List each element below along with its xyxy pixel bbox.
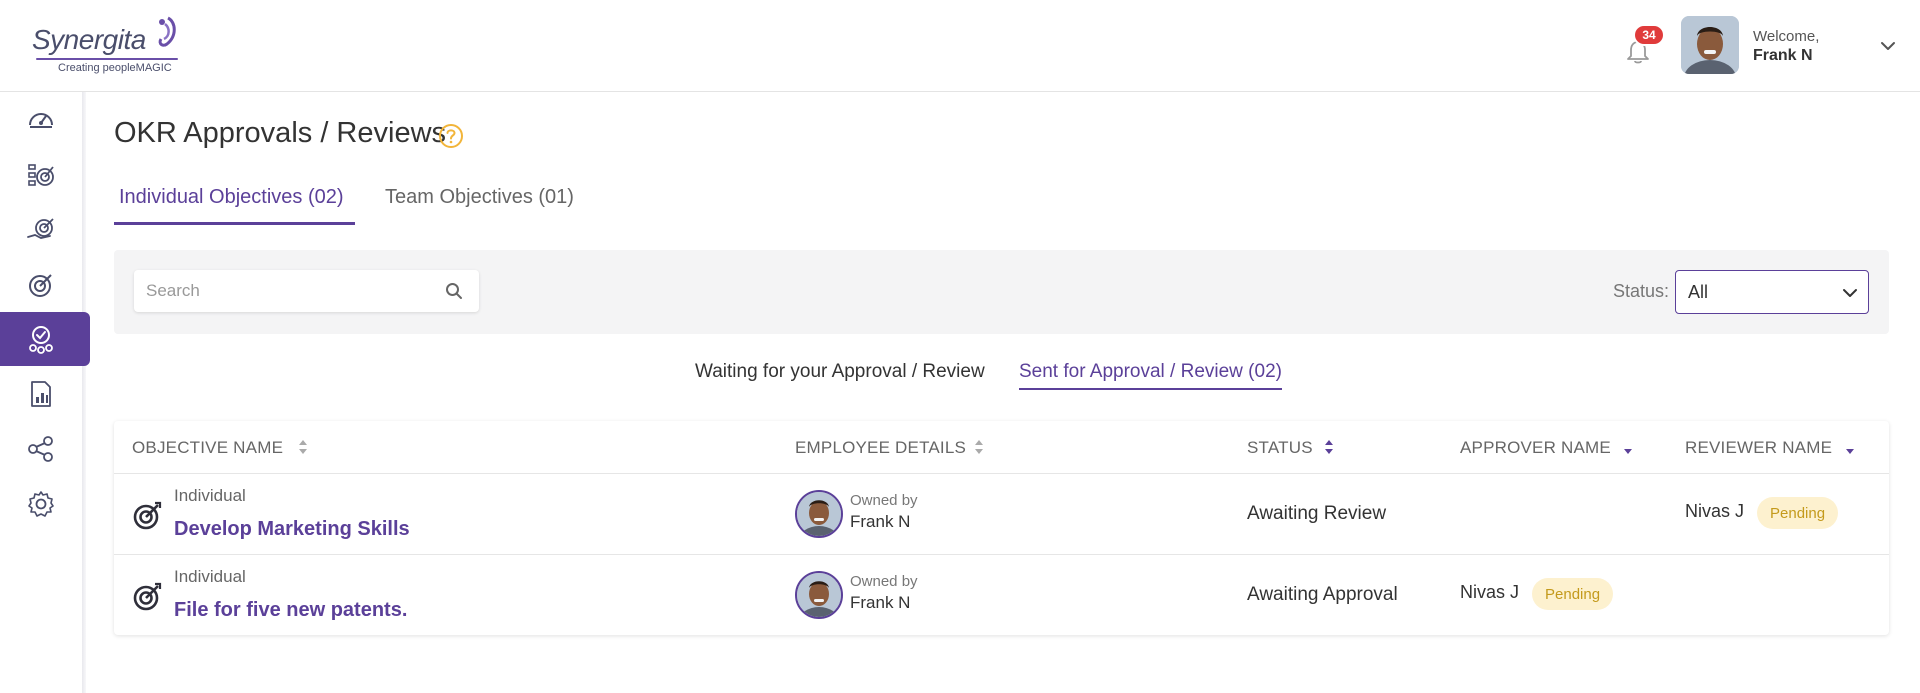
logo-text: Synergita xyxy=(32,24,146,55)
owned-by-label: Owned by xyxy=(850,492,918,509)
sidebar-item-dashboard[interactable] xyxy=(0,93,90,147)
dashboard-icon xyxy=(29,113,53,128)
reviewer-status-badge: Pending xyxy=(1757,497,1839,529)
logo-tagline: Creating peopleMAGIC xyxy=(58,62,172,74)
sidebar-item-goals[interactable] xyxy=(0,258,90,312)
subtab-waiting-for-approval[interactable]: Waiting for your Approval / Review xyxy=(695,361,985,383)
sidebar-item-settings[interactable] xyxy=(0,477,90,531)
objective-status: Awaiting Approval xyxy=(1247,584,1398,605)
objective-target-icon xyxy=(133,501,162,530)
sidebar-item-reports[interactable] xyxy=(0,367,90,421)
objective-status: Awaiting Review xyxy=(1247,503,1387,524)
chevron-down-icon[interactable] xyxy=(1878,36,1898,56)
sort-icon[interactable] xyxy=(297,437,309,457)
sidebar-item-key-results[interactable] xyxy=(0,203,90,257)
column-header-status[interactable]: STATUS xyxy=(1247,438,1313,458)
sort-icon[interactable] xyxy=(1622,437,1634,457)
status-select[interactable]: All xyxy=(1675,270,1869,314)
approver-status-badge: Pending xyxy=(1532,578,1614,610)
search-icon[interactable] xyxy=(445,282,463,300)
column-header-approver-name[interactable]: APPROVER NAME xyxy=(1460,438,1611,458)
reviewer-name: Nivas J xyxy=(1685,501,1745,521)
owner-name: Frank N xyxy=(850,512,911,531)
notification-badge[interactable]: 34 xyxy=(1633,24,1665,46)
help-icon[interactable] xyxy=(438,123,464,149)
subtab-sent-for-approval[interactable]: Sent for Approval / Review (02) xyxy=(1019,361,1282,383)
row-divider xyxy=(114,473,1889,474)
target-icon xyxy=(29,274,52,297)
hand-target-icon xyxy=(27,218,54,239)
objective-name-link[interactable]: File for five new patents. xyxy=(174,599,407,622)
avatar-photo-icon xyxy=(797,573,841,617)
settings-icon xyxy=(28,491,54,517)
objective-type: Individual xyxy=(174,486,246,505)
user-name: Frank N xyxy=(1753,47,1813,64)
chevron-down-icon xyxy=(1843,289,1857,297)
objective-target-icon xyxy=(133,582,162,611)
tab-team-objectives[interactable]: Team Objectives (01) xyxy=(385,186,574,209)
hierarchy-icon xyxy=(28,436,53,462)
status-select-value: All xyxy=(1688,282,1709,302)
page-title: OKR Approvals / Reviews xyxy=(114,117,447,149)
tab-individual-objectives[interactable]: Individual Objectives (02) xyxy=(119,186,344,209)
owner-name: Frank N xyxy=(850,593,911,612)
sort-icon[interactable] xyxy=(973,437,985,457)
sort-icon[interactable] xyxy=(1323,437,1335,457)
status-filter-label: Status: xyxy=(1613,281,1670,301)
avatar-photo-icon xyxy=(1681,16,1739,74)
logo-underline xyxy=(36,58,178,60)
welcome-label: Welcome, xyxy=(1753,28,1820,45)
employee-avatar[interactable] xyxy=(795,571,843,619)
top-header: Synergita Creating peopleMAGIC 34 Welcom… xyxy=(0,0,1920,92)
employee-avatar[interactable] xyxy=(795,490,843,538)
active-subtab-indicator xyxy=(1019,388,1282,390)
sort-icon[interactable] xyxy=(1844,437,1856,457)
row-divider xyxy=(114,554,1889,555)
objective-type: Individual xyxy=(174,567,246,586)
checklist-target-icon xyxy=(28,164,54,186)
column-header-objective-name[interactable]: OBJECTIVE NAME xyxy=(132,438,283,458)
search-box xyxy=(134,270,479,312)
search-input[interactable] xyxy=(146,270,426,312)
sidebar-item-objectives-list[interactable] xyxy=(0,148,90,202)
objective-name-link[interactable]: Develop Marketing Skills xyxy=(174,518,410,541)
sidebar-item-approvals[interactable] xyxy=(0,312,90,366)
column-header-reviewer-name[interactable]: REVIEWER NAME xyxy=(1685,438,1832,458)
approval-badge-icon xyxy=(29,326,53,354)
sidebar-item-hierarchy[interactable] xyxy=(0,422,90,476)
synergita-logo[interactable]: Synergita Creating peopleMAGIC xyxy=(32,14,182,76)
owned-by-label: Owned by xyxy=(850,573,918,590)
logo-mark-icon xyxy=(158,16,176,47)
approver-name: Nivas J xyxy=(1460,582,1520,602)
avatar-photo-icon xyxy=(797,492,841,536)
active-tab-indicator xyxy=(114,222,355,225)
user-avatar[interactable] xyxy=(1681,16,1739,74)
report-icon xyxy=(31,381,51,407)
column-header-employee-details[interactable]: EMPLOYEE DETAILS xyxy=(795,438,966,458)
